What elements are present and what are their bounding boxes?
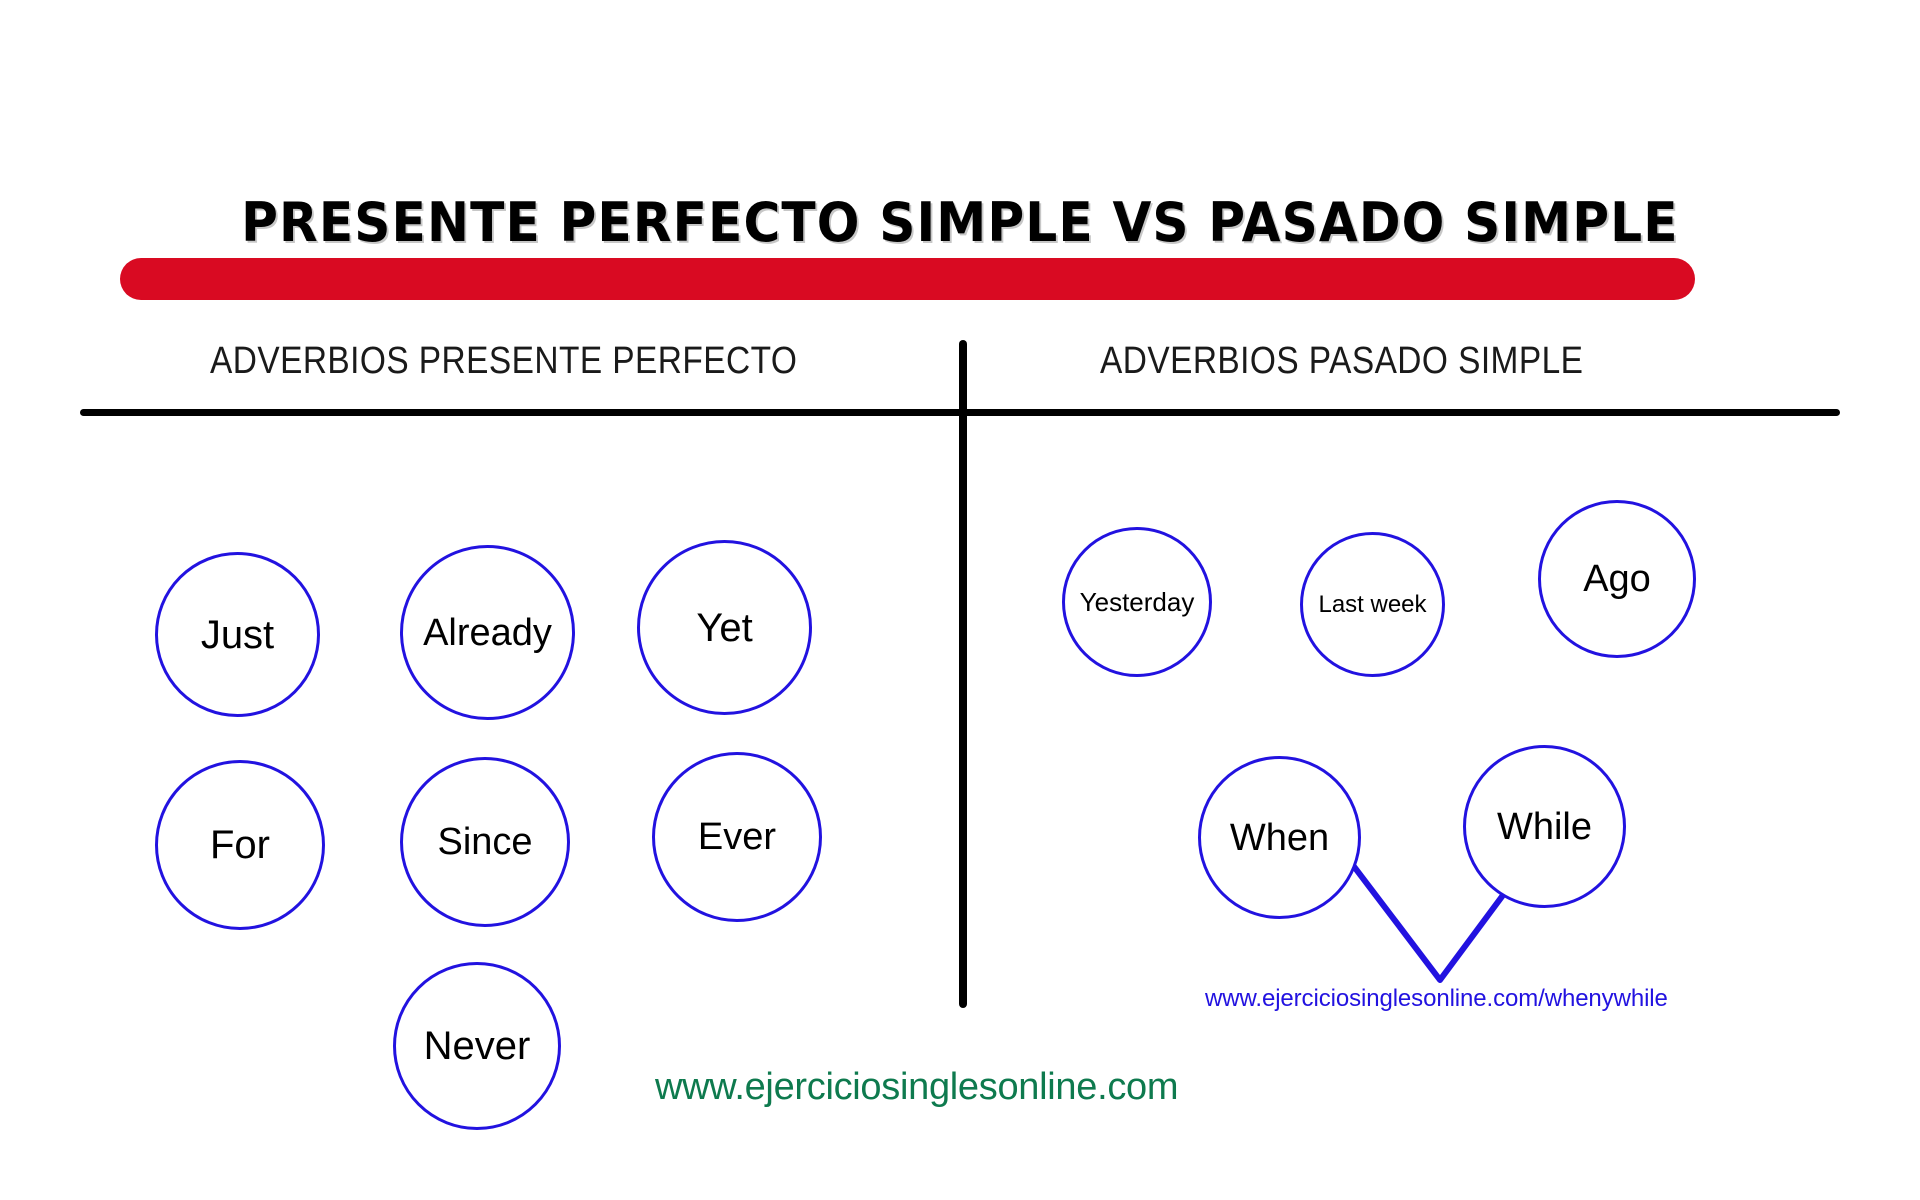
- adverb-bubble[interactable]: Yesterday: [1062, 527, 1212, 677]
- adverb-bubble-label: Ever: [697, 816, 777, 858]
- title-underline-bar: [120, 258, 1695, 300]
- adverb-bubble-label: Already: [423, 611, 552, 654]
- adverb-bubble[interactable]: Already: [400, 545, 575, 720]
- title-block: PRESENTE PERFECTO SIMPLE VS PASADO SIMPL…: [0, 196, 1920, 250]
- adverb-bubble[interactable]: When: [1198, 756, 1361, 919]
- page-title: PRESENTE PERFECTO SIMPLE VS PASADO SIMPL…: [241, 191, 1679, 254]
- adverb-bubble[interactable]: While: [1463, 745, 1626, 908]
- adverb-bubble[interactable]: Never: [393, 962, 561, 1130]
- adverb-bubble-label: Never: [423, 1024, 531, 1068]
- adverb-bubble[interactable]: Since: [400, 757, 570, 927]
- link-site[interactable]: www.ejerciciosinglesonline.com: [655, 1066, 1179, 1109]
- adverb-bubble-label: Just: [200, 612, 275, 657]
- adverb-bubble[interactable]: For: [155, 760, 325, 930]
- adverb-bubble-label: While: [1496, 805, 1593, 848]
- vertical-divider: [959, 340, 967, 1008]
- column-heading-present-perfect: ADVERBIOS PRESENTE PERFECTO: [210, 340, 798, 382]
- adverb-bubble-label: For: [210, 823, 270, 867]
- adverb-bubble[interactable]: Yet: [637, 540, 812, 715]
- adverb-bubble[interactable]: Just: [155, 552, 320, 717]
- adverb-bubble-label: When: [1229, 816, 1330, 859]
- column-heading-past-simple: ADVERBIOS PASADO SIMPLE: [1100, 340, 1584, 382]
- adverb-bubble-label: Last week: [1318, 590, 1427, 618]
- adverb-bubble-label: Yet: [696, 605, 753, 650]
- adverb-bubble[interactable]: Ever: [652, 752, 822, 922]
- adverb-bubble[interactable]: Last week: [1300, 532, 1445, 677]
- infographic-canvas: PRESENTE PERFECTO SIMPLE VS PASADO SIMPL…: [0, 0, 1920, 1200]
- adverb-bubble[interactable]: Ago: [1538, 500, 1696, 658]
- link-whenywhile[interactable]: www.ejerciciosinglesonline.com/whenywhil…: [1205, 985, 1668, 1013]
- adverb-bubble-label: Ago: [1583, 558, 1651, 600]
- adverb-bubble-label: Yesterday: [1079, 587, 1195, 617]
- adverb-bubble-label: Since: [437, 821, 533, 863]
